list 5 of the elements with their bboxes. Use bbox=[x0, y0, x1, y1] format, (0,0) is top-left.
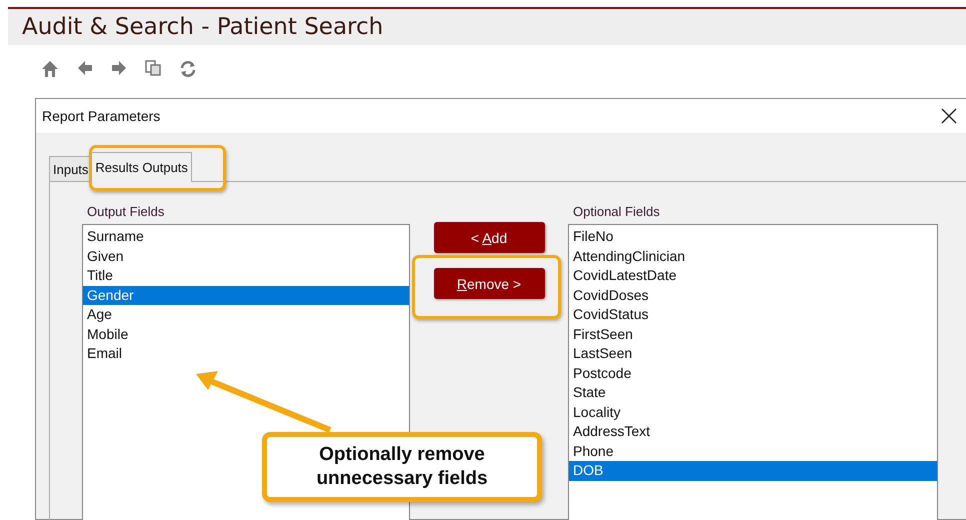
callout-tooltip: Optionally remove unnecessary fields bbox=[262, 432, 542, 502]
list-label: Optional Fields bbox=[573, 204, 661, 219]
page-title: Audit & Search - Patient Search bbox=[22, 14, 384, 40]
list-label: Output Fields bbox=[87, 204, 166, 219]
dialog-title: Report Parameters bbox=[42, 108, 160, 124]
